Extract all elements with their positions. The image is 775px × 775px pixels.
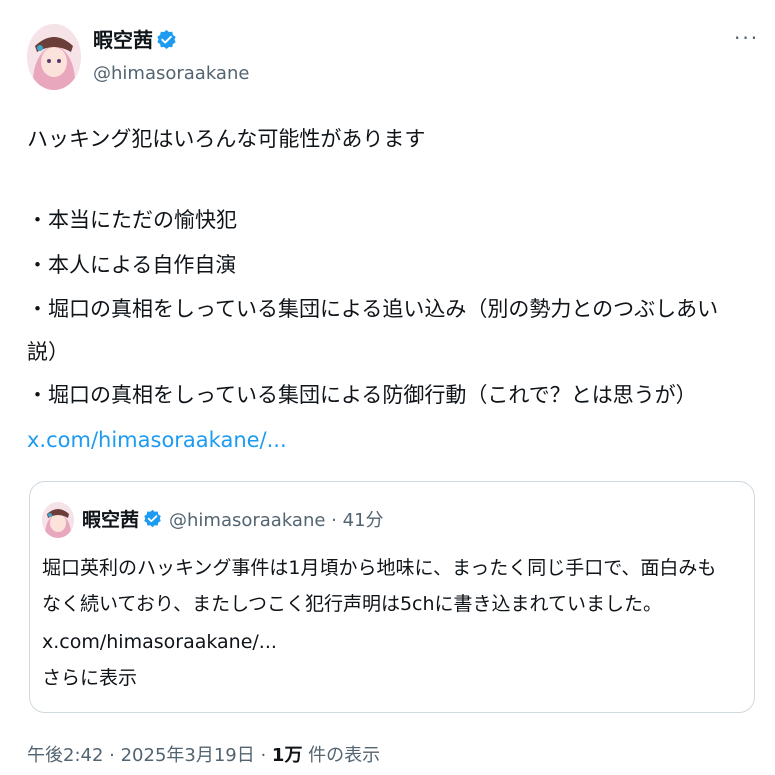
quote-author-name[interactable]: 暇空茜 bbox=[82, 507, 139, 533]
tweet-text-line: ハッキング犯はいろんな可能性があります bbox=[27, 127, 426, 151]
quote-author-avatar[interactable] bbox=[42, 502, 74, 538]
author-display-name[interactable]: 暇空茜 bbox=[93, 26, 153, 54]
tweet-text-line: ・本当にただの愉快犯 bbox=[27, 208, 237, 232]
show-more-link[interactable]: さらに表示 bbox=[42, 665, 137, 691]
tweet-text-line: ・堀口の真相をしっている集団による防御行動（これで？とは思うが） bbox=[27, 383, 697, 407]
tweet-timestamp[interactable]: 午後2:42 · 2025年3月19日 · bbox=[27, 745, 272, 766]
author-avatar[interactable] bbox=[27, 24, 81, 90]
tweet-meta: 午後2:42 · 2025年3月19日 · 1万 件の表示 bbox=[27, 743, 380, 769]
quote-handle-time[interactable]: @himasoraakane · 41分 bbox=[169, 509, 384, 533]
quote-text-line: なく続いており、またしつこく犯行声明は5chに書き込まれていました。 bbox=[42, 593, 662, 615]
tweet-text-line: ・堀口の真相をしっている集団による追い込み（別の勢力とのつぶしあい bbox=[27, 297, 719, 321]
quote-link[interactable]: x.com/himasoraakane/... bbox=[42, 629, 277, 655]
verified-badge-icon bbox=[157, 29, 176, 50]
tweet-text-line: ・本人による自作自演 bbox=[27, 253, 237, 277]
tweet-text-line: 説） bbox=[27, 340, 69, 364]
verified-badge-icon bbox=[144, 509, 161, 528]
tweet-link[interactable]: x.com/himasoraakane/... bbox=[27, 425, 287, 455]
more-options-icon[interactable]: ··· bbox=[734, 28, 759, 48]
quote-text-line: 堀口英利のハッキング事件は1月頃から地味に、まったく同じ手口で、面白みも bbox=[42, 557, 717, 579]
author-handle[interactable]: @himasoraakane bbox=[93, 62, 249, 86]
views-label: 件の表示 bbox=[302, 745, 381, 766]
views-count: 1万 bbox=[271, 745, 303, 766]
